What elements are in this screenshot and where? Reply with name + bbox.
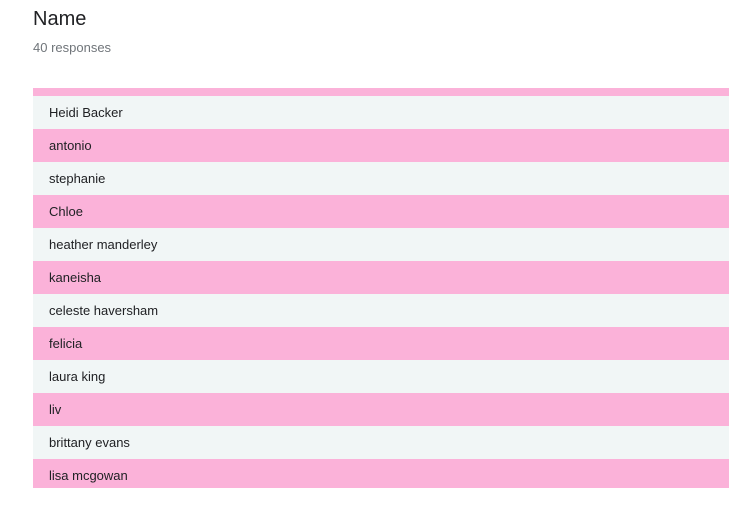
responses-list[interactable]: Heidi Backer antonio stephanie Chloe hea… (33, 88, 729, 488)
question-summary-card: Name 40 responses Heidi Backer antonio s… (0, 0, 752, 524)
list-item: felicia (33, 327, 729, 360)
list-item: Chloe (33, 195, 729, 228)
list-item: heather manderley (33, 228, 729, 261)
list-item: kaneisha (33, 261, 729, 294)
list-item: antonio (33, 129, 729, 162)
list-item: laura king (33, 360, 729, 393)
question-title: Name (33, 8, 87, 30)
list-item: Heidi Backer (33, 96, 729, 129)
list-item: liv (33, 393, 729, 426)
list-item: celeste haversham (33, 294, 729, 327)
response-count: 40 responses (33, 40, 112, 55)
list-item: lisa mcgowan (33, 459, 729, 488)
list-item: brittany evans (33, 426, 729, 459)
list-item: stephanie (33, 162, 729, 195)
list-top-strip (33, 88, 729, 96)
